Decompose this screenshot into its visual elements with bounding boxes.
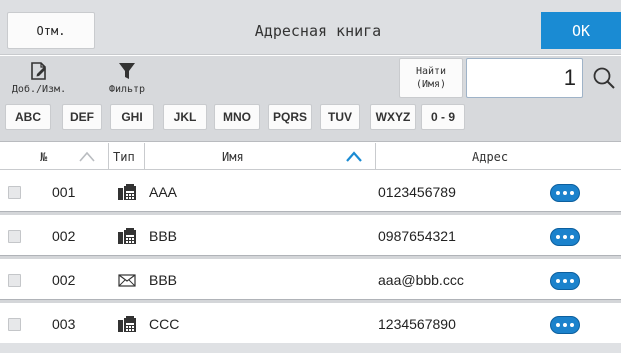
row-name: BBB (149, 227, 178, 244)
table-row[interactable]: 001 AAA 0123456789 (0, 171, 621, 215)
table-row[interactable]: 002 BBB 0987654321 (0, 215, 621, 259)
cancel-button[interactable]: Отм. (7, 12, 95, 49)
dot-icon (556, 235, 560, 239)
column-separator (375, 143, 376, 170)
row-number: 002 (52, 227, 76, 244)
letter-button-jkl[interactable]: JKL (163, 104, 207, 130)
row-name: CCC (149, 315, 180, 332)
row-checkbox[interactable] (8, 230, 21, 243)
column-address[interactable]: Адрес (472, 143, 508, 170)
filter-button[interactable]: Фильтр (104, 60, 150, 95)
letter-button-0-9[interactable]: 0 - 9 (421, 104, 465, 130)
fax-icon (118, 184, 136, 200)
dot-icon (570, 235, 574, 239)
table-row[interactable]: 002 BBB aaa@bbb.ccc (0, 259, 621, 303)
more-options-button[interactable] (550, 184, 580, 202)
letter-button-abc[interactable]: ABC (5, 104, 51, 130)
fax-icon (118, 228, 136, 244)
find-by-name-button[interactable]: Найти (Имя) (399, 58, 463, 98)
letter-button-mno[interactable]: MNO (214, 104, 260, 130)
row-number: 003 (52, 315, 76, 332)
row-address: 0123456789 (378, 183, 456, 200)
dot-icon (556, 279, 560, 283)
sort-name-icon[interactable] (346, 151, 362, 162)
ok-button[interactable]: OK (541, 12, 621, 49)
more-options-button[interactable] (550, 228, 580, 246)
letter-button-tuv[interactable]: TUV (320, 104, 360, 130)
dot-icon (563, 279, 567, 283)
row-address: aaa@bbb.ccc (378, 271, 464, 288)
row-name: BBB (149, 271, 178, 288)
dot-icon (563, 191, 567, 195)
column-number[interactable]: № (40, 143, 47, 170)
letter-button-wxyz[interactable]: WXYZ (370, 104, 416, 130)
row-address: 1234567890 (378, 315, 456, 332)
row-number: 001 (52, 183, 76, 200)
top-bar: Отм. Адресная книга OK (0, 0, 621, 55)
letter-button-ghi[interactable]: GHI (110, 104, 154, 130)
find-sublabel: (Имя) (415, 79, 447, 90)
search-input[interactable]: 1 (466, 58, 583, 98)
toolbar: Доб./Изм. Фильтр Найти (Имя) 1 ABC DEF G… (0, 56, 621, 142)
row-name: AAA (149, 183, 178, 200)
letter-button-def[interactable]: DEF (62, 104, 102, 130)
row-checkbox[interactable] (8, 274, 21, 287)
filter-icon (119, 63, 135, 79)
search-value: 1 (563, 65, 576, 90)
dot-icon (570, 279, 574, 283)
dot-icon (563, 235, 567, 239)
sort-number-icon[interactable] (79, 151, 95, 162)
dot-icon (570, 191, 574, 195)
search-icon[interactable] (592, 66, 616, 90)
letter-button-pqrs[interactable]: PQRS (268, 104, 312, 130)
add-edit-icon (31, 62, 46, 80)
fax-icon (118, 316, 136, 332)
column-separator (108, 143, 109, 170)
column-type[interactable]: Тип (113, 143, 135, 170)
page-title: Адресная книга (254, 21, 382, 40)
row-address: 0987654321 (378, 227, 456, 244)
more-options-button[interactable] (550, 316, 580, 334)
column-separator (144, 143, 145, 170)
column-name[interactable]: Имя (222, 143, 244, 170)
add-edit-label: Доб./Изм. (11, 84, 67, 95)
find-label: Найти (415, 66, 447, 77)
row-number: 002 (52, 271, 76, 288)
row-checkbox[interactable] (8, 318, 21, 331)
add-edit-button[interactable]: Доб./Изм. (4, 60, 74, 95)
column-header: № Тип Имя Адрес (0, 143, 621, 170)
list-bottom-strip (0, 343, 621, 353)
more-options-button[interactable] (550, 272, 580, 290)
table-row[interactable]: 003 CCC 1234567890 (0, 303, 621, 344)
email-icon (118, 274, 136, 287)
dot-icon (556, 323, 560, 327)
row-checkbox[interactable] (8, 186, 21, 199)
filter-label: Фильтр (108, 84, 146, 95)
dot-icon (556, 191, 560, 195)
dot-icon (563, 323, 567, 327)
dot-icon (570, 323, 574, 327)
